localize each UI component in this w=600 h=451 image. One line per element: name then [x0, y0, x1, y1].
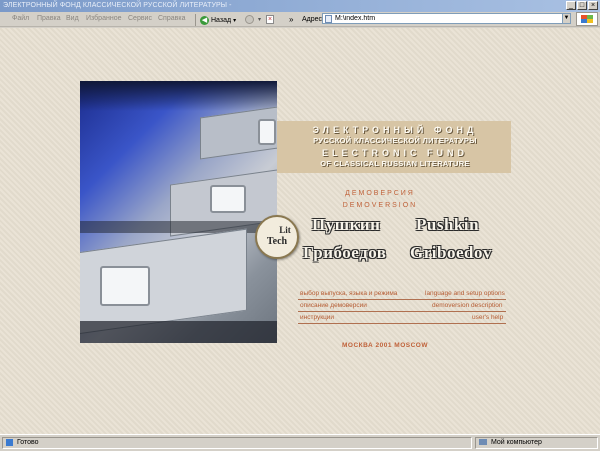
link-options-en[interactable]: language and setup options: [425, 290, 505, 297]
windows-logo-icon: [576, 12, 598, 26]
link-description-en[interactable]: demoversion description: [432, 302, 502, 309]
stop-icon[interactable]: ×: [266, 15, 274, 24]
divider: [298, 323, 506, 324]
menu-file[interactable]: Файл: [12, 13, 29, 25]
page-status-icon: [6, 438, 13, 446]
address-dropdown-icon[interactable]: ▼: [562, 13, 571, 24]
author-griboedov-ru[interactable]: Грибоедов: [303, 243, 386, 263]
filing-drawers-photo: [80, 81, 277, 343]
demo-en: DEMOVERSION: [342, 202, 418, 209]
address-label: Адрес: [302, 16, 323, 23]
link-help-ru[interactable]: инструкции: [300, 314, 334, 321]
menu-edit[interactable]: Правка: [37, 13, 61, 25]
title-ru-line1: ЭЛЕКТРОННЫЙ ФОНД: [312, 125, 478, 135]
back-arrow-icon: ◀: [200, 15, 209, 25]
menu-view[interactable]: Вид: [66, 13, 79, 25]
title-en-line2: OF CLASSICAL RUSSIAN LITERATURE: [320, 159, 470, 168]
littech-logo: Lit Tech: [255, 215, 299, 259]
title-en-line1: ELECTRONIC FUND: [322, 148, 468, 158]
author-pushkin-en[interactable]: Pushkin: [416, 215, 479, 235]
back-button[interactable]: ◀ Назад ▾: [200, 14, 236, 26]
toolbar-separator: [195, 14, 196, 26]
zone-text: Мой компьютер: [490, 439, 542, 446]
menu-tools[interactable]: Сервис: [128, 13, 152, 25]
back-dropdown-icon[interactable]: ▾: [233, 17, 236, 24]
minimize-button[interactable]: _: [566, 1, 576, 10]
title-bar: ЭЛЕКТРОННЫЙ ФОНД КЛАССИЧЕСКОЙ РУССКОЙ ЛИ…: [0, 0, 600, 12]
status-text-panel: Готово: [2, 437, 472, 449]
forward-icon[interactable]: [245, 15, 254, 27]
link-options-ru[interactable]: выбор выпуска, языка и режима: [300, 290, 397, 297]
divider: [298, 299, 506, 300]
footer-city: МОСКВА 2001 MOSCOW: [342, 342, 428, 349]
author-pushkin-ru[interactable]: Пушкин: [312, 215, 380, 235]
author-griboedov-en[interactable]: Griboedov: [410, 243, 492, 263]
computer-icon: [479, 439, 487, 446]
address-input[interactable]: [335, 14, 555, 23]
window-controls: _ □ ×: [566, 1, 598, 10]
maximize-button[interactable]: □: [577, 1, 587, 10]
window-title: ЭЛЕКТРОННЫЙ ФОНД КЛАССИЧЕСКОЙ РУССКОЙ ЛИ…: [3, 2, 232, 9]
logo-lit: Lit: [279, 225, 291, 235]
link-description-ru[interactable]: описание демоверсии: [300, 302, 367, 309]
divider: [298, 311, 506, 312]
menu-help[interactable]: Справка: [158, 13, 185, 25]
zone-panel: Мой компьютер: [475, 437, 598, 449]
demo-ru: ДЕМОВЕРСИЯ: [345, 190, 415, 197]
forward-dropdown-icon[interactable]: ▾: [258, 15, 261, 25]
link-help-en[interactable]: user's help: [472, 314, 503, 321]
toolbar-chevron[interactable]: »: [289, 15, 293, 25]
logo-tech: Tech: [266, 236, 288, 247]
back-label: Назад: [211, 16, 232, 24]
close-button[interactable]: ×: [588, 1, 598, 10]
menu-favorites[interactable]: Избранное: [86, 13, 121, 25]
address-bar[interactable]: [322, 13, 568, 24]
page-icon: [325, 15, 332, 23]
status-text: Готово: [16, 439, 39, 446]
status-bar: Готово Мой компьютер: [0, 434, 600, 451]
title-ru-line2: РУССКОЙ КЛАССИЧЕСКОЙ ЛИТЕРАТУРЫ: [313, 136, 477, 145]
